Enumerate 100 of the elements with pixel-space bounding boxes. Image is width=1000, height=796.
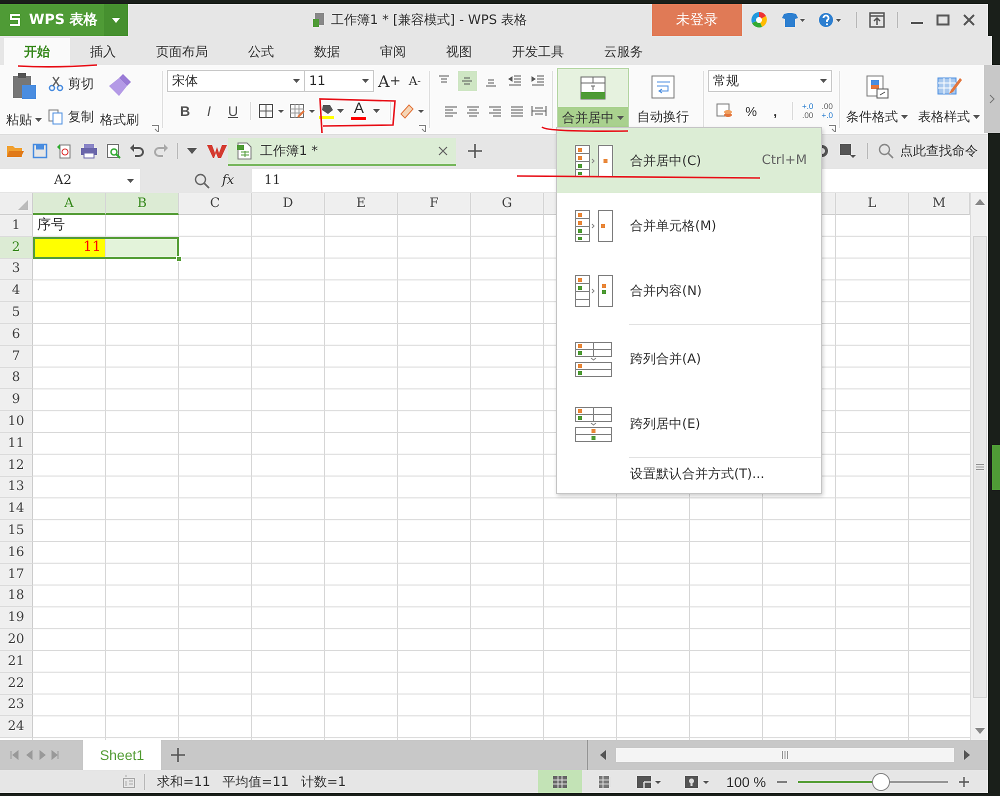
close-icon[interactable] [438,146,448,156]
fill-handle[interactable] [176,256,182,262]
row-header[interactable]: 22 [0,672,33,695]
horizontal-scrollbar[interactable] [587,740,970,770]
format-painter-button[interactable]: 格式刷 [98,69,141,131]
align-middle-button[interactable] [458,71,478,91]
borders-icon[interactable] [258,103,285,119]
row-header[interactable]: 24 [0,716,33,738]
dialog-launcher-icon[interactable] [152,125,159,132]
ribbon-tab[interactable]: 开发工具 [492,38,584,65]
row-header[interactable]: 7 [0,346,33,368]
decrease-decimal-button[interactable]: .00 +.0 [819,102,835,120]
eraser-icon[interactable] [398,102,426,120]
column-header[interactable]: M [909,193,970,215]
function-button[interactable]: fx [222,173,234,188]
shirt-icon[interactable] [780,12,806,28]
command-search-field[interactable]: 点此查找命令 [878,142,978,160]
app-menu-dropdown[interactable] [104,4,128,36]
ribbon-tab[interactable]: 开始 [4,38,70,65]
preview-icon[interactable] [106,142,122,158]
row-header[interactable]: 8 [0,368,33,390]
normal-view-button[interactable] [538,770,582,793]
menu-item[interactable]: 跨列居中(E) [557,391,821,456]
cell-style-icon[interactable] [288,103,316,119]
row-header[interactable]: 12 [0,454,33,477]
help-icon[interactable] [818,12,844,28]
menu-item[interactable]: 设置默认合并方式(T)... [557,459,821,489]
new-tab-icon[interactable] [468,144,482,158]
plus-icon[interactable] [958,776,970,788]
pdf-export-icon[interactable] [56,142,72,158]
row-header[interactable]: 23 [0,694,33,716]
row-header[interactable]: 10 [0,411,33,433]
ribbon-tab[interactable]: 数据 [294,38,360,65]
merge-center-button[interactable]: 合并居中 [557,68,629,130]
wrap-text-button[interactable]: 自动换行 [633,68,693,128]
undo-icon[interactable] [129,142,146,158]
menu-item[interactable]: 合并内容(N) [557,258,821,323]
comma-button[interactable]: , [765,100,786,122]
increase-decimal-button[interactable]: +.0 .00 [800,102,816,120]
maximize-icon[interactable] [936,13,950,27]
paste-button[interactable]: 粘贴 [4,69,44,131]
flag-dropdown-icon[interactable] [839,142,857,158]
dialog-launcher-icon[interactable] [829,125,836,132]
row-header[interactable]: 3 [0,258,33,280]
browser-icon[interactable] [750,11,768,29]
ribbon-tab[interactable]: 页面布局 [136,38,228,65]
print-icon[interactable] [80,142,98,158]
percent-button[interactable]: % [741,100,762,122]
ribbon-tab[interactable]: 插入 [70,38,136,65]
add-sheet-icon[interactable] [171,748,185,762]
column-header[interactable]: G [471,193,544,215]
cut-button[interactable]: 剪切 [48,75,94,93]
slider-thumb[interactable] [872,772,890,790]
column-header[interactable]: F [398,193,471,215]
row-header[interactable]: 18 [0,586,33,608]
font-size-field[interactable]: 11 [304,70,374,92]
row-header[interactable]: 13 [0,476,33,498]
save-icon[interactable] [32,142,48,158]
row-header[interactable]: 9 [0,389,33,412]
dialog-launcher-icon[interactable] [419,125,426,132]
table-style-button[interactable]: 表格样式 [914,68,984,128]
conditional-format-button[interactable]: 条件格式 [842,68,912,128]
window-icon[interactable] [869,12,885,28]
row-header[interactable]: 20 [0,629,33,651]
document-tab[interactable]: 工作簿1 * [228,138,456,166]
font-name-field[interactable]: 宋体 [167,70,305,92]
scroll-thumb[interactable] [972,236,986,698]
scroll-thumb[interactable] [616,748,954,762]
row-header[interactable]: 5 [0,302,33,324]
row-header[interactable]: 4 [0,280,33,302]
row-header[interactable]: 14 [0,498,33,520]
column-header[interactable]: D [252,193,325,215]
row-header[interactable]: 6 [0,324,33,346]
underline-button[interactable]: U [223,100,243,122]
menu-item[interactable]: 合并居中(C) Ctrl+M [557,128,821,193]
fill-color-button[interactable] [319,104,346,118]
bold-button[interactable]: B [175,100,195,122]
row-header[interactable]: 21 [0,650,33,673]
column-header[interactable]: L [836,193,909,215]
caret-icon[interactable] [186,146,198,154]
close-icon[interactable] [962,13,976,27]
row-header[interactable]: 16 [0,542,33,564]
ribbon-tab[interactable]: 审阅 [360,38,426,65]
italic-button[interactable]: I [199,100,219,122]
number-format-field[interactable]: 常规 [708,70,832,92]
name-box[interactable]: A2 [0,169,140,192]
menu-item[interactable]: 跨列合并(A) [557,326,821,391]
menu-item[interactable]: 合并单元格(M) [557,193,821,258]
ribbon-tab[interactable]: 视图 [426,38,492,65]
column-header[interactable]: E [325,193,398,215]
column-header[interactable]: C [179,193,252,215]
zoom-icon[interactable] [194,172,210,188]
ribbon-tab[interactable]: 公式 [228,38,294,65]
row-header[interactable]: 1 [0,215,33,237]
row-header[interactable]: 19 [0,607,33,630]
row-header[interactable]: 15 [0,520,33,542]
row-header[interactable]: 11 [0,432,33,455]
copy-button[interactable]: 复制 [48,108,94,126]
font-color-button[interactable]: A [349,102,384,120]
ribbon-tab[interactable]: 云服务 [584,38,663,65]
